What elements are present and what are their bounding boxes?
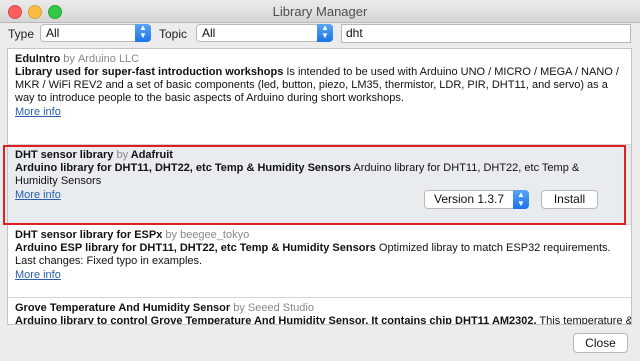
select-arrows-icon: ▲ ▼	[513, 190, 529, 209]
search-input[interactable]: dht	[341, 24, 631, 43]
library-sentence: Arduino ESP library for DHT11, DHT22, et…	[15, 242, 376, 254]
library-by: by	[165, 229, 178, 241]
select-arrows-icon: ▲ ▼	[135, 24, 151, 42]
window-title: Library Manager	[272, 4, 368, 19]
library-author: beegee_tokyo	[180, 229, 250, 241]
topic-select-value: All	[202, 26, 216, 40]
highlight-box	[3, 145, 626, 225]
install-button[interactable]: Install	[541, 190, 598, 209]
title-bar: Library Manager	[0, 0, 640, 23]
library-name: EduIntro	[15, 53, 61, 65]
list-item[interactable]: DHT sensor library for ESPx by beegee_to…	[8, 225, 631, 298]
topic-select[interactable]: All ▲ ▼	[196, 24, 333, 42]
more-info-link[interactable]: More info	[15, 105, 624, 119]
library-sentence: Library used for super-fast introduction…	[15, 66, 284, 78]
version-select[interactable]: Version 1.3.7 ▲ ▼	[424, 190, 529, 209]
library-name: Grove Temperature And Humidity Sensor	[15, 302, 231, 314]
library-by: by	[233, 302, 245, 314]
close-button[interactable]: Close	[573, 333, 628, 353]
version-value: Version 1.3.7	[434, 192, 505, 206]
list-item[interactable]: Grove Temperature And Humidity Sensor by…	[8, 298, 631, 325]
select-arrows-icon: ▲ ▼	[317, 24, 333, 42]
type-label: Type	[8, 27, 35, 41]
library-name: DHT sensor library for ESPx	[15, 229, 163, 241]
library-author: Seeed Studio	[247, 302, 314, 314]
list-item[interactable]: EduIntro by Arduino LLC Library used for…	[8, 49, 631, 145]
more-info-link[interactable]: More info	[15, 268, 624, 282]
filter-bar: Type All ▲ ▼ Topic All ▲ ▼ dht	[0, 22, 640, 46]
library-paragraph: This temperature & humidity	[539, 315, 631, 325]
library-author: Arduino LLC	[77, 53, 140, 65]
type-select[interactable]: All ▲ ▼	[40, 24, 151, 42]
library-by: by	[63, 53, 75, 65]
type-select-value: All	[46, 26, 60, 40]
topic-label: Topic	[159, 27, 188, 41]
library-sentence: Arduino library to control Grove Tempera…	[15, 315, 537, 325]
